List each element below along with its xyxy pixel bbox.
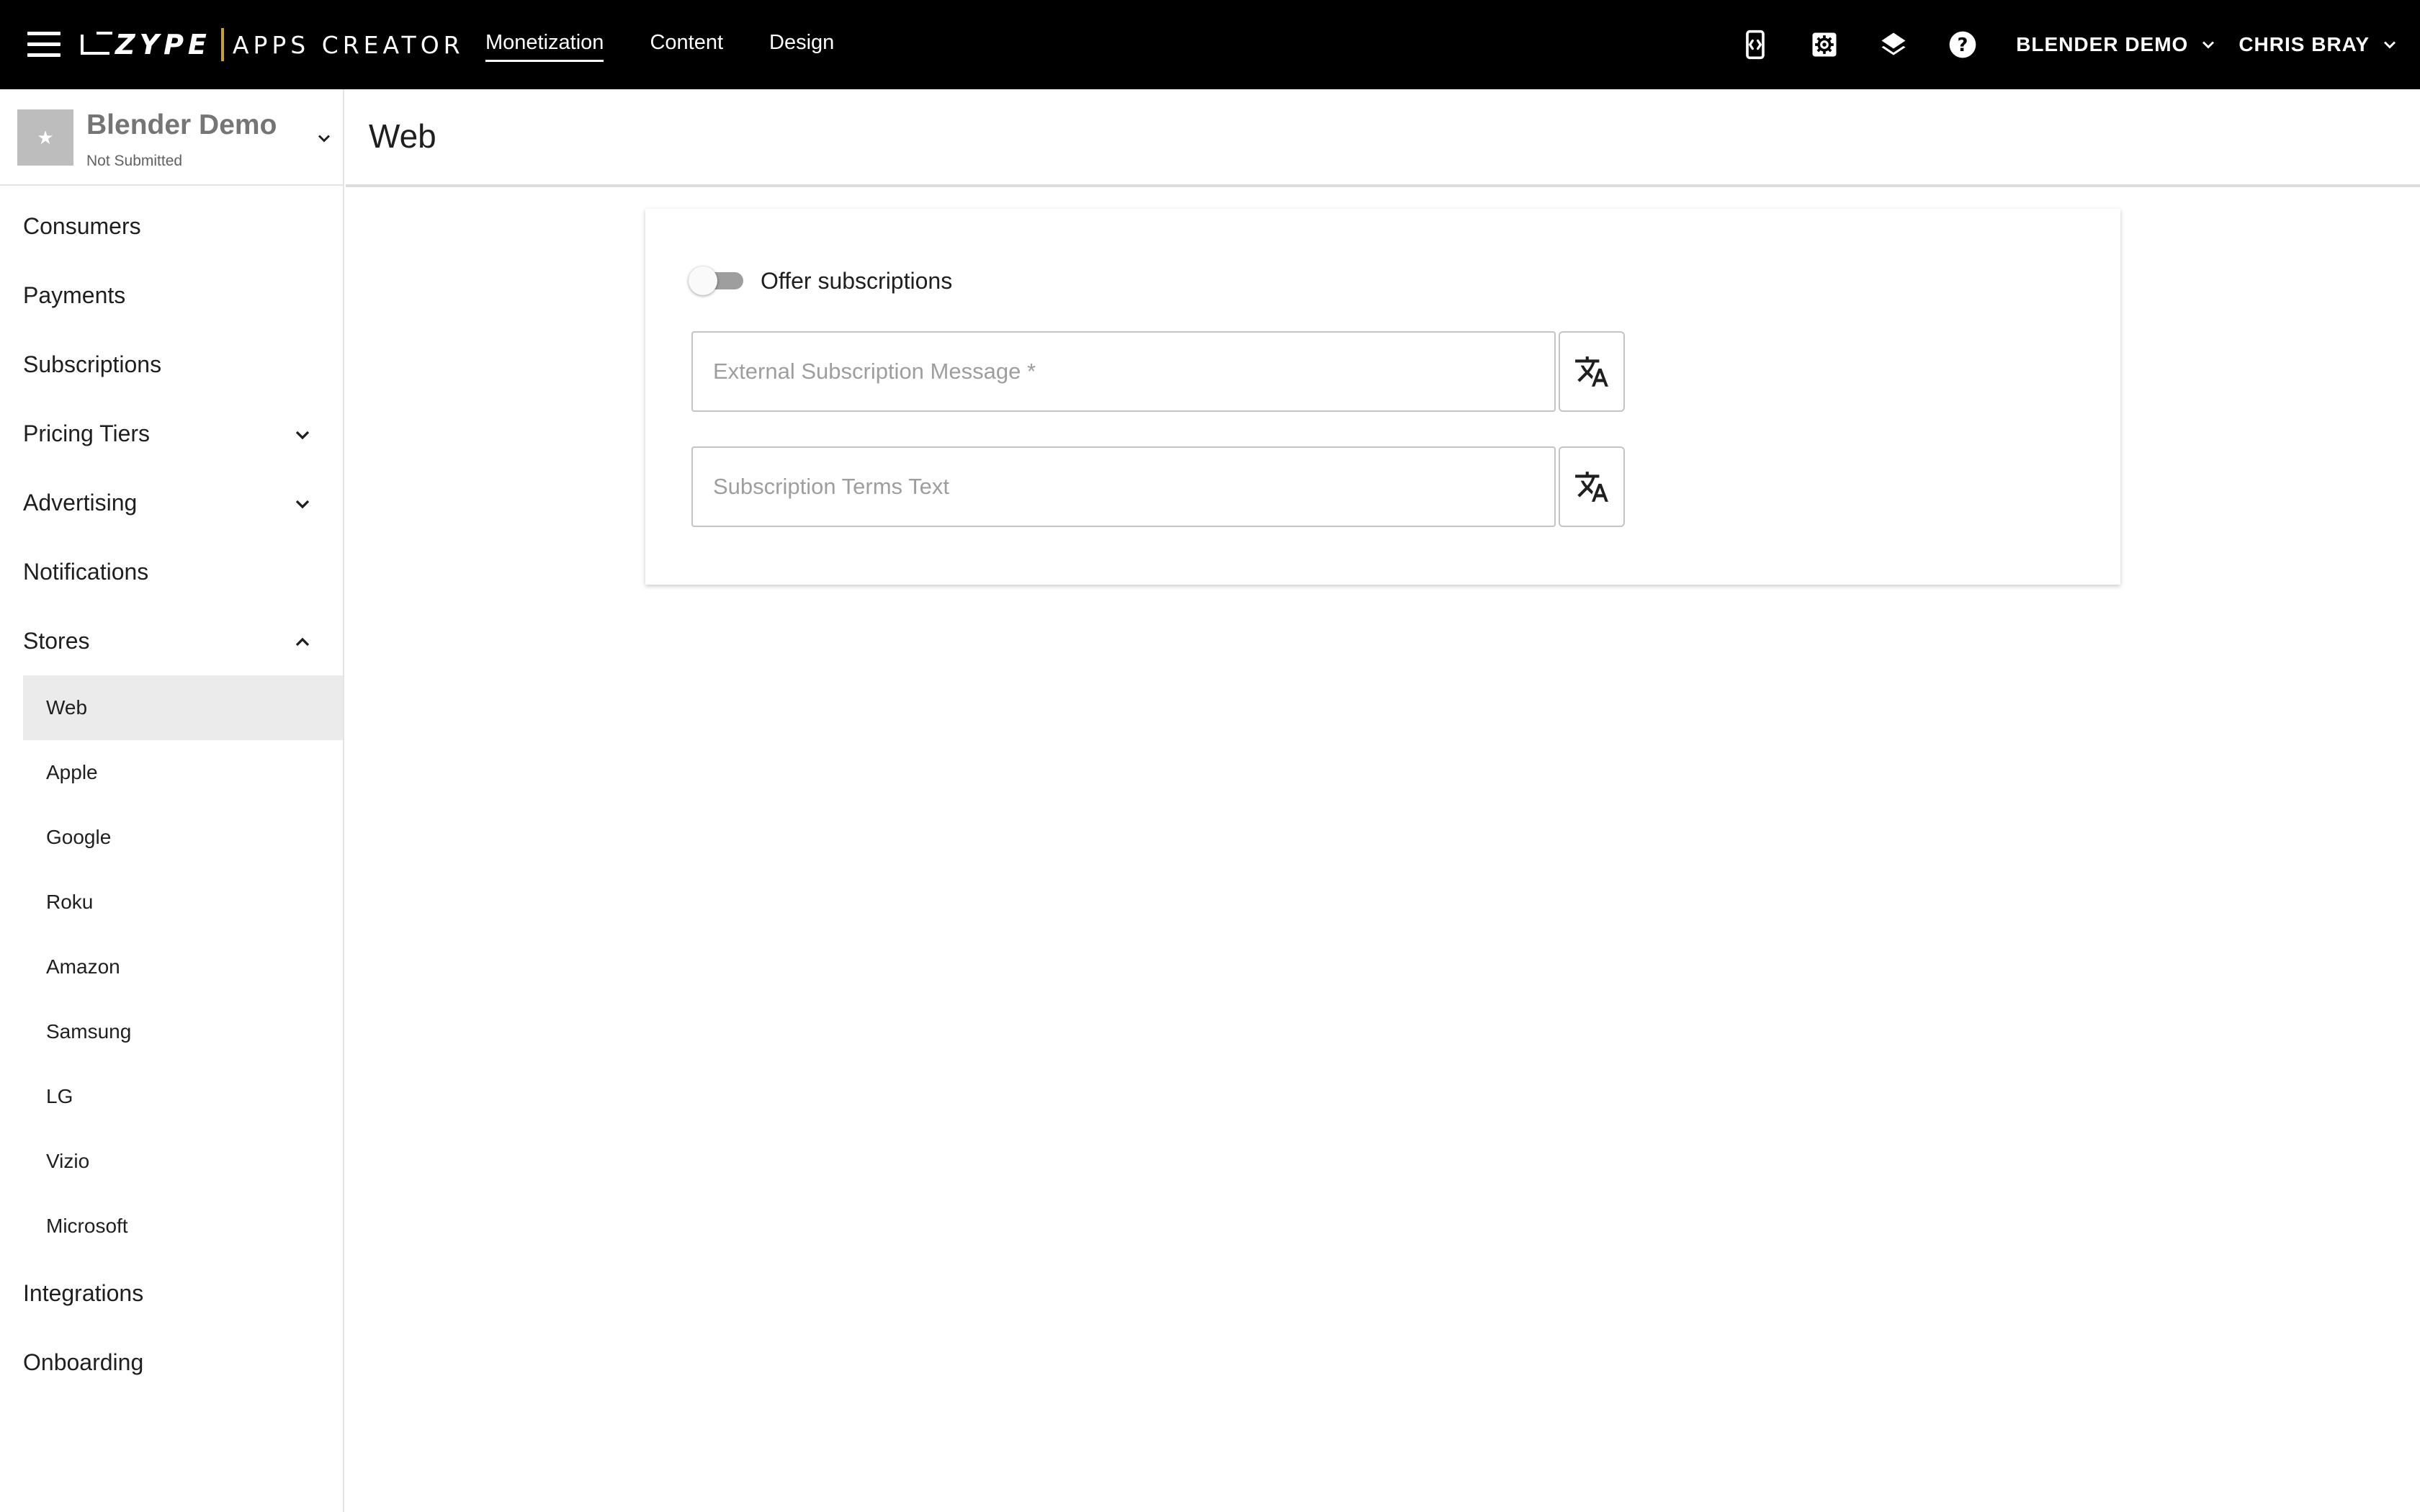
nav-design[interactable]: Design <box>769 31 834 59</box>
toggle-switch[interactable] <box>689 266 743 295</box>
sidebar-item-notifications[interactable]: Notifications <box>0 537 343 606</box>
store-item-samsung[interactable]: Samsung <box>23 999 343 1064</box>
store-item-amazon[interactable]: Amazon <box>23 935 343 999</box>
account-dropdown[interactable]: BLENDER DEMO <box>2016 33 2218 56</box>
external-message-row <box>691 331 1625 412</box>
nav-content[interactable]: Content <box>650 31 723 59</box>
account-dropdown-label: BLENDER DEMO <box>2016 33 2189 55</box>
top-bar: ZYPE APPS CREATOR Monetization Content D… <box>0 0 2420 89</box>
top-nav: Monetization Content Design <box>485 0 880 89</box>
chevron-down-icon <box>295 500 310 509</box>
sidebar-item-stores[interactable]: Stores <box>0 606 343 675</box>
logo-divider <box>220 28 224 61</box>
sidebar-item-subscriptions[interactable]: Subscriptions <box>0 330 343 399</box>
subscription-terms-text-input[interactable] <box>691 446 1556 527</box>
zype-logo[interactable]: ZYPE APPS CREATOR <box>81 24 465 65</box>
sidebar-item-label: Pricing Tiers <box>23 420 151 446</box>
user-dropdown-label: CHRIS BRAY <box>2238 33 2370 55</box>
user-dropdown[interactable]: CHRIS BRAY <box>2238 33 2400 56</box>
sidebar: ★ Blender Demo Not Submitted Consumers P… <box>0 89 344 1512</box>
store-item-web[interactable]: Web <box>23 675 343 740</box>
sidebar-item-onboarding[interactable]: Onboarding <box>0 1328 343 1397</box>
app-selector[interactable]: ★ Blender Demo Not Submitted <box>0 89 343 186</box>
web-store-settings-card: Offer subscriptions <box>645 209 2120 585</box>
sidebar-item-pricing-tiers[interactable]: Pricing Tiers <box>0 399 343 468</box>
sidebar-item-label: Payments <box>23 282 126 308</box>
page-header: Web <box>346 89 2420 187</box>
app-name: Blender Demo <box>86 109 277 140</box>
svg-text:?: ? <box>1958 35 1968 56</box>
store-item-google[interactable]: Google <box>23 805 343 870</box>
chevron-down-icon <box>318 135 331 143</box>
terms-text-row <box>691 446 1625 527</box>
layers-icon[interactable] <box>1878 29 1909 60</box>
sidebar-item-advertising[interactable]: Advertising <box>0 468 343 537</box>
store-item-vizio[interactable]: Vizio <box>23 1129 343 1194</box>
store-item-microsoft[interactable]: Microsoft <box>23 1194 343 1259</box>
settings-icon[interactable] <box>1809 29 1840 60</box>
sidebar-item-label: Notifications <box>23 558 149 585</box>
sidebar-item-label: Integrations <box>23 1279 144 1306</box>
sidebar-item-label: Onboarding <box>23 1349 144 1375</box>
sidebar-item-label: Advertising <box>23 489 138 516</box>
translate-button[interactable] <box>1559 446 1625 527</box>
sidebar-item-integrations[interactable]: Integrations <box>0 1259 343 1328</box>
external-subscription-message-input[interactable] <box>691 331 1556 412</box>
sidebar-item-label: Subscriptions <box>23 351 162 377</box>
store-item-apple[interactable]: Apple <box>23 740 343 805</box>
store-item-roku[interactable]: Roku <box>23 870 343 935</box>
chevron-up-icon <box>295 637 310 647</box>
translate-button[interactable] <box>1559 331 1625 412</box>
sidebar-item-label: Stores <box>23 627 90 654</box>
store-item-lg[interactable]: LG <box>23 1064 343 1129</box>
code-preview-icon[interactable] <box>1739 29 1771 60</box>
offer-subscriptions-toggle[interactable]: Offer subscriptions <box>689 266 952 295</box>
app-status: Not Submitted <box>86 153 183 169</box>
sidebar-item-label: Consumers <box>23 212 141 239</box>
top-right-controls: ? BLENDER DEMO CHRIS BRAY <box>1739 0 2420 89</box>
star-icon: ★ <box>37 126 54 148</box>
page-title: Web <box>369 117 436 155</box>
sidebar-nav: Consumers Payments Subscriptions Pricing… <box>0 186 343 1397</box>
sidebar-item-payments[interactable]: Payments <box>0 261 343 330</box>
toggle-knob <box>689 266 717 295</box>
sidebar-item-consumers[interactable]: Consumers <box>0 192 343 261</box>
nav-monetization[interactable]: Monetization <box>485 31 604 62</box>
app-thumbnail: ★ <box>17 109 73 166</box>
translate-icon <box>1575 472 1608 502</box>
logo-product: APPS CREATOR <box>232 30 465 59</box>
chevron-down-icon <box>2383 41 2396 49</box>
logo-mark-icon <box>81 32 112 55</box>
help-icon[interactable]: ? <box>1947 29 1978 60</box>
chevron-down-icon <box>2202 41 2215 49</box>
logo-brand: ZYPE <box>115 29 211 60</box>
translate-icon <box>1575 356 1608 387</box>
menu-icon[interactable] <box>27 32 60 58</box>
chevron-down-icon <box>295 431 310 440</box>
offer-subscriptions-label: Offer subscriptions <box>761 267 953 294</box>
